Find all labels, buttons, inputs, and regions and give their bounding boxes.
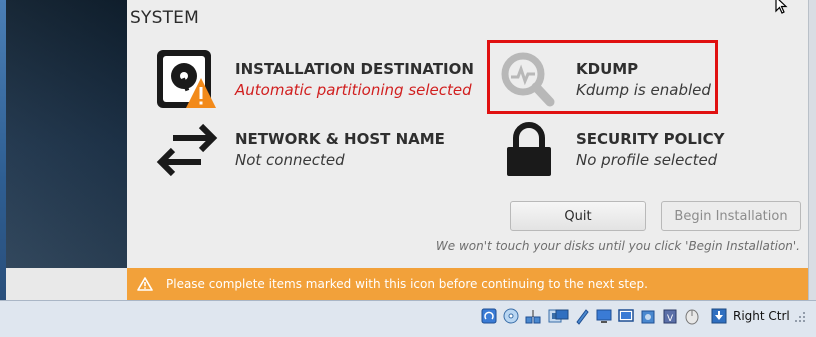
- installer-sidebar: [6, 0, 127, 268]
- network-adapter-icon[interactable]: [525, 307, 541, 325]
- pen-icon[interactable]: [574, 307, 590, 325]
- svg-text:V: V: [667, 314, 674, 324]
- disk-disclaimer: We won't touch your disks until you clic…: [435, 239, 800, 253]
- resize-grip-icon[interactable]: [794, 311, 806, 323]
- warning-message: Please complete items marked with this i…: [166, 277, 648, 291]
- spoke-installation-destination[interactable]: INSTALLATION DESTINATION Automatic parti…: [155, 48, 475, 110]
- network-arrows-icon: [156, 123, 218, 177]
- spoke-status: Not connected: [235, 151, 345, 169]
- mouse-pointer-icon: [775, 0, 788, 14]
- keyboard-capture-icon[interactable]: [711, 307, 727, 325]
- lock-icon: [507, 122, 551, 176]
- video-capture-icon[interactable]: [640, 307, 656, 325]
- kdump-highlight-box: [487, 40, 718, 114]
- spoke-security-policy[interactable]: SECURITY POLICY No profile selected: [495, 118, 755, 180]
- display-icon[interactable]: [596, 307, 612, 325]
- cpu-icon[interactable]: V: [662, 307, 678, 325]
- spoke-status: Automatic partitioning selected: [235, 81, 472, 99]
- spoke-name: INSTALLATION DESTINATION: [235, 60, 474, 78]
- begin-installation-button[interactable]: Begin Installation: [661, 201, 801, 231]
- mouse-integration-icon[interactable]: [684, 307, 700, 325]
- spoke-network-host-name[interactable]: NETWORK & HOST NAME Not connected: [155, 118, 475, 180]
- screen-icon[interactable]: [618, 307, 634, 325]
- hard-disk-activity-icon[interactable]: [481, 307, 497, 325]
- spoke-status: No profile selected: [576, 151, 718, 169]
- optical-drive-icon[interactable]: [503, 307, 519, 325]
- section-title-system: SYSTEM: [130, 8, 199, 28]
- quit-button[interactable]: Quit: [510, 201, 646, 231]
- host-key-label: Right Ctrl: [733, 309, 790, 323]
- spoke-name: NETWORK & HOST NAME: [235, 130, 445, 148]
- vm-status-bar: V Right Ctrl: [0, 300, 816, 337]
- window-right-border: [808, 0, 816, 300]
- shared-folders-icon[interactable]: [553, 305, 569, 323]
- spoke-name: SECURITY POLICY: [576, 130, 725, 148]
- installation-summary-hub: SYSTEM INSTALLATION DESTINATION Automati…: [127, 0, 808, 268]
- warning-bar: Please complete items marked with this i…: [127, 268, 808, 300]
- warning-icon: [137, 277, 153, 291]
- hard-disk-warning-icon: [157, 50, 216, 108]
